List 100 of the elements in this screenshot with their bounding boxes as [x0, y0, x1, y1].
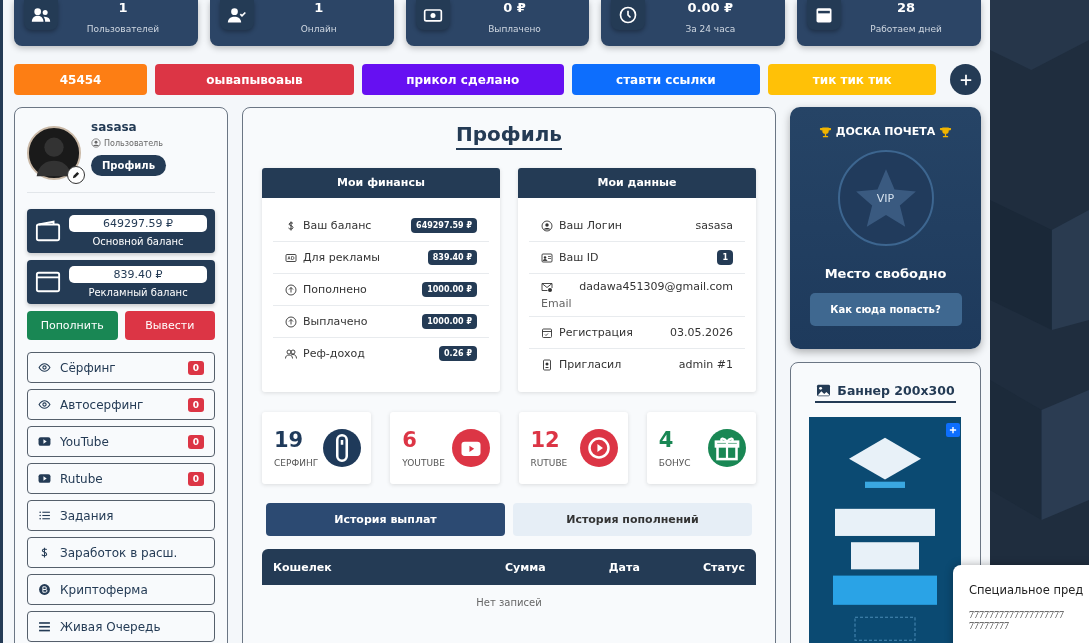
- balance-label: Основной баланс: [91, 236, 185, 247]
- counter-label: RUTUBE: [530, 458, 569, 468]
- counter-label: YOUTUBE: [402, 458, 446, 468]
- row-label: Реф-доход: [303, 347, 366, 360]
- counter-value: 12: [530, 428, 561, 452]
- row-value: sasasa: [695, 219, 733, 232]
- row-label: Ваш баланс: [303, 219, 373, 232]
- how-to-get-button[interactable]: Как сюда попасть?: [809, 293, 962, 326]
- count-badge: 0: [187, 397, 204, 412]
- nav-label: Задания: [60, 508, 115, 523]
- page-title: Профиль: [456, 122, 562, 150]
- stat-value: 28: [897, 0, 916, 16]
- eye-icon: [38, 361, 51, 374]
- stat-label: Работаем дней: [870, 24, 942, 34]
- profile-button[interactable]: Профиль: [91, 155, 166, 176]
- panel-header: Мои финансы: [262, 168, 500, 198]
- column-header: Дата: [608, 560, 640, 574]
- stat-label: За 24 часа: [685, 24, 736, 34]
- empty-message: Нет записей: [475, 596, 543, 610]
- users-icon: [31, 5, 51, 25]
- counter-label: СЕРФИНГ: [274, 458, 320, 468]
- play-circle-icon: [579, 429, 618, 467]
- plus-icon: [948, 425, 958, 435]
- quick-link-button[interactable]: оывапывоаыв: [155, 64, 354, 95]
- deposit-button[interactable]: Пополнить: [27, 311, 118, 340]
- stat-label: Онлайн: [300, 24, 337, 34]
- nav-item[interactable]: Криптоферма: [27, 574, 215, 605]
- stat-label: Пользователей: [86, 24, 160, 34]
- counter-value: 4: [658, 428, 675, 452]
- vip-label: VIP: [876, 191, 895, 205]
- quick-link-button[interactable]: ставти ссылки: [571, 64, 761, 95]
- nav-item[interactable]: YouTube 0: [27, 426, 215, 457]
- trophy-icon: [939, 125, 953, 138]
- value-badge: 1: [717, 250, 733, 265]
- plus-icon: [958, 72, 973, 87]
- video-icon: [38, 472, 51, 485]
- panel-header: Мои данные: [518, 168, 756, 198]
- edit-button[interactable]: [67, 166, 85, 184]
- user-role: Пользователь: [104, 138, 163, 148]
- history-tab[interactable]: История пополнений: [513, 503, 752, 536]
- nav-item[interactable]: Rutube 0: [27, 463, 215, 494]
- nav-item[interactable]: Задания: [27, 500, 215, 531]
- quick-link-button[interactable]: прикол сделано: [361, 64, 564, 95]
- balance-amount: 649297.59 ₽: [69, 215, 207, 232]
- image-icon: [816, 384, 832, 397]
- user-circle-icon: [541, 219, 553, 232]
- row-label: Пополнено: [303, 283, 368, 296]
- column-header: Статус: [703, 560, 745, 574]
- menu-icon: [38, 620, 51, 633]
- nav-label: Заработок в расш.: [60, 545, 179, 560]
- gift-icon: [708, 429, 746, 467]
- arrow-up-circle-icon: [285, 315, 297, 328]
- add-button[interactable]: [950, 64, 981, 95]
- balance-label: Рекламный баланс: [87, 287, 189, 298]
- value-badge: 839.40 ₽: [427, 250, 477, 265]
- mouse-icon: [323, 429, 362, 467]
- people-icon: [285, 347, 297, 360]
- row-label: Ваш ID: [559, 251, 600, 264]
- value-badge: 1000.00 ₽: [422, 314, 477, 329]
- withdraw-button[interactable]: Вывести: [124, 311, 215, 340]
- pencil-icon: [71, 170, 81, 180]
- stat-value: 0.00 ₽: [687, 0, 734, 16]
- row-value: admin #1: [678, 358, 733, 371]
- add-banner-button[interactable]: [946, 423, 960, 437]
- popup-text: 7777777777777777777: [969, 609, 1065, 620]
- row-label: Ваш Логин: [559, 219, 623, 232]
- row-value: dadawa451309@gmail.com: [579, 280, 733, 293]
- count-badge: 0: [187, 360, 204, 375]
- video-icon: [38, 435, 51, 448]
- calendar-icon: [541, 326, 553, 339]
- nav-label: YouTube: [60, 434, 110, 449]
- value-badge: 0.26 ₽: [438, 346, 477, 361]
- nav-item[interactable]: Живая Очередь: [27, 611, 215, 642]
- trophy-icon: [818, 125, 832, 138]
- nav-item[interactable]: Автосерфинг 0: [27, 389, 215, 420]
- nav-label: Живая Очередь: [60, 619, 162, 634]
- wallet-icon: [814, 5, 835, 25]
- honor-title: ДОСКА ПОЧЕТА: [835, 125, 936, 138]
- history-tab[interactable]: История выплат: [266, 503, 505, 536]
- eye-icon: [38, 398, 51, 411]
- nav-item[interactable]: Заработок в расш.: [27, 537, 215, 568]
- balance-amount: 839.40 ₽: [69, 266, 207, 283]
- list-icon: [38, 509, 51, 522]
- clock-icon: [618, 5, 639, 25]
- id-card-icon: [541, 251, 553, 264]
- coin-icon: [38, 583, 51, 596]
- nav-label: Сёрфинг: [60, 360, 117, 375]
- counter-label: БОНУС: [658, 458, 692, 468]
- count-badge: 0: [187, 471, 204, 486]
- place-status: Место свободно: [824, 266, 947, 281]
- stat-value: 1: [118, 0, 128, 16]
- nav-item[interactable]: Сёрфинг 0: [27, 352, 215, 383]
- username: sasasa: [91, 120, 138, 134]
- popup-title: Специальное пред: [969, 583, 1085, 597]
- wallet-icon: [35, 219, 61, 243]
- value-badge: 1000.00 ₽: [422, 282, 477, 297]
- row-label: Выплачено: [303, 315, 369, 328]
- banner-title: Баннер 200x300: [837, 383, 955, 398]
- envelope-icon: [541, 280, 553, 293]
- value-badge: 649297.59 ₽: [411, 218, 477, 233]
